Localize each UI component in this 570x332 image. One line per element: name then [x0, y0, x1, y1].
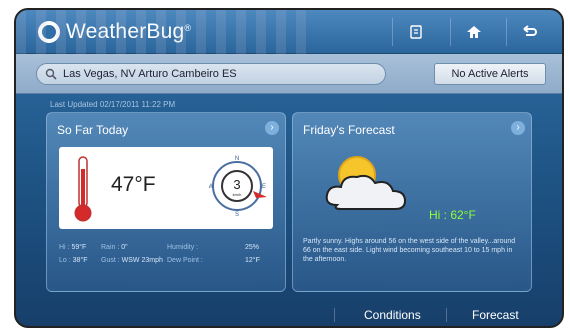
- rain-label: Rain :: [101, 244, 120, 251]
- last-updated: Last Updated 02/17/2011 11:22 PM: [50, 100, 176, 109]
- lo-label: Lo :: [59, 257, 71, 264]
- dew-point-label: Dew Point :: [167, 257, 203, 264]
- title-bar: WeatherBug ®: [16, 10, 562, 54]
- gust-label: Gust :: [101, 257, 120, 264]
- chevron-right-icon[interactable]: ›: [265, 121, 279, 135]
- so-far-today-panel[interactable]: So Far Today › 47°F N E S W 3 km/h: [46, 112, 286, 292]
- alerts-button[interactable]: No Active Alerts: [434, 63, 546, 85]
- partly-sunny-icon: [325, 156, 407, 210]
- wind-speed-unit: km/h: [233, 192, 242, 197]
- back-button[interactable]: [506, 18, 552, 46]
- home-button[interactable]: [450, 18, 496, 46]
- forecast-title: Friday's Forecast: [303, 123, 395, 137]
- conditions-stats: Hi : 59°F Rain : 0" Humidity : 25% Lo : …: [59, 241, 283, 267]
- wind-speed-value: 3: [233, 177, 240, 192]
- forecast-panel[interactable]: Friday's Forecast › Hi : 62°F Partly sun…: [292, 112, 532, 292]
- back-icon: [522, 25, 537, 36]
- lo-value: 38°F: [72, 257, 88, 264]
- current-temperature: 47°F: [111, 173, 156, 196]
- widget-button[interactable]: [392, 18, 438, 46]
- humidity-label: Humidity :: [167, 244, 199, 251]
- weatherbug-icon: [38, 21, 60, 43]
- hi-value: 59°F: [71, 244, 87, 251]
- compass-n: N: [235, 156, 239, 162]
- home-icon: [466, 26, 481, 38]
- wind-gauge: N E S W 3 km/h: [209, 156, 267, 218]
- search-icon: [45, 68, 57, 80]
- app-logo: WeatherBug ®: [38, 20, 191, 44]
- gust-value: WSW 23mph: [121, 257, 163, 264]
- widget-icon: [409, 25, 422, 39]
- dew-point-value: 12°F: [245, 257, 260, 264]
- tab-forecast[interactable]: Forecast: [472, 308, 519, 322]
- search-row: Las Vegas, NV Arturo Cambeiro ES No Acti…: [16, 54, 562, 94]
- tab-separator: [446, 308, 447, 322]
- bottom-tab-bar: Conditions Forecast: [16, 302, 562, 326]
- compass-w: W: [209, 184, 214, 190]
- rain-value: 0": [121, 244, 128, 251]
- compass-e: E: [262, 184, 266, 190]
- forecast-hi: Hi : 62°F: [429, 208, 476, 222]
- tab-separator: [334, 308, 335, 322]
- device-frame: WeatherBug ® Las Vegas, NV Arturo Cambei…: [0, 0, 570, 332]
- current-conditions-card: 47°F N E S W 3 km/h: [59, 147, 273, 229]
- so-far-today-title: So Far Today: [57, 123, 129, 137]
- tab-conditions[interactable]: Conditions: [364, 308, 421, 322]
- compass-s: S: [235, 212, 239, 218]
- app-title: WeatherBug: [66, 20, 185, 43]
- trademark: ®: [184, 23, 191, 33]
- search-value: Las Vegas, NV Arturo Cambeiro ES: [63, 68, 237, 80]
- location-search-input[interactable]: Las Vegas, NV Arturo Cambeiro ES: [36, 63, 386, 85]
- humidity-value: 25%: [245, 244, 260, 251]
- thermometer-icon: [74, 156, 92, 222]
- forecast-description: Partly sunny. Highs around 56 on the wes…: [303, 238, 516, 263]
- chevron-right-icon[interactable]: ›: [511, 121, 525, 135]
- app-window: WeatherBug ® Las Vegas, NV Arturo Cambei…: [14, 8, 564, 328]
- hi-label: Hi :: [59, 244, 70, 251]
